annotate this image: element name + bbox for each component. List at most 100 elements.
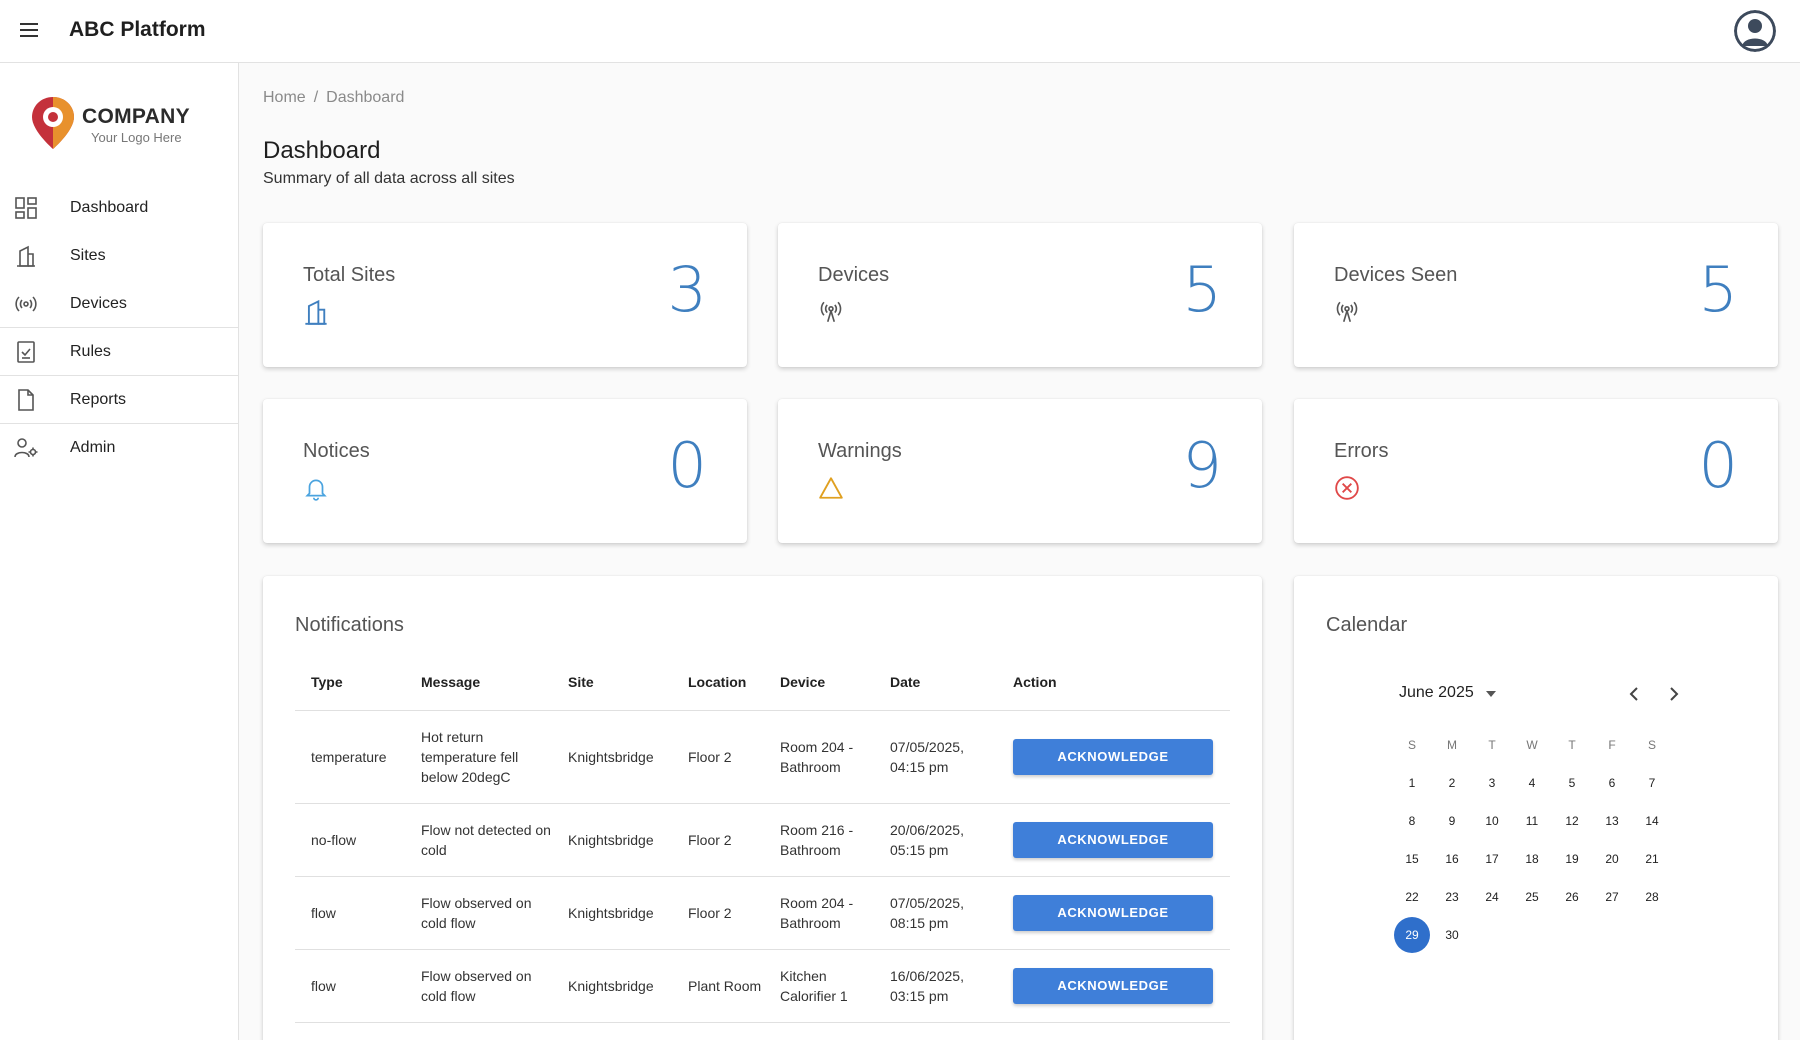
calendar-day[interactable]: 7 (1632, 765, 1672, 801)
stat-label: Errors (1334, 440, 1389, 462)
calendar-week-row: 1 2 3 4 5 6 7 (1392, 764, 1672, 802)
broadcast-icon (1334, 299, 1360, 325)
cell-device: Room 204 - Bathroom (764, 710, 874, 804)
acknowledge-button[interactable]: ACKNOWLEDGE (1013, 821, 1213, 858)
stat-card-devices-seen: Devices Seen 5 (1294, 223, 1778, 367)
calendar-day[interactable]: 26 (1552, 879, 1592, 915)
sidebar-item-devices[interactable]: Devices (0, 280, 238, 328)
acknowledge-button[interactable]: ACKNOWLEDGE (1013, 738, 1213, 775)
sidebar-item-label: Rules (70, 342, 111, 360)
calendar-day[interactable]: 8 (1392, 803, 1432, 839)
sidebar-item-admin[interactable]: Admin (0, 424, 238, 472)
broadcast-icon (14, 292, 38, 316)
warning-icon (818, 475, 844, 501)
cell-action: ACKNOWLEDGE (997, 803, 1230, 877)
sidebar-item-rules[interactable]: Rules (0, 328, 238, 376)
building-icon (14, 244, 38, 268)
weekday-label: M (1447, 738, 1457, 752)
stat-label: Notices (303, 440, 370, 462)
sidebar-nav: Dashboard Sites Devices Rules Reports Ad… (0, 184, 238, 472)
weekday-label: S (1647, 738, 1656, 752)
stat-value: 0 (1698, 429, 1738, 502)
cell-type: flow (295, 876, 405, 950)
calendar-day[interactable]: 14 (1632, 803, 1672, 839)
calendar-day[interactable]: 3 (1472, 765, 1512, 801)
user-avatar[interactable] (1734, 10, 1776, 52)
column-header-device[interactable]: Device (764, 654, 874, 711)
caret-down-icon[interactable] (1485, 684, 1496, 702)
calendar-day[interactable]: 28 (1632, 879, 1672, 915)
calendar-day[interactable]: 12 (1552, 803, 1592, 839)
sidebar-item-label: Sites (70, 247, 106, 264)
calendar-day[interactable]: 5 (1552, 765, 1592, 801)
cell-location: Floor 2 (672, 876, 764, 950)
calendar-day[interactable]: 25 (1512, 879, 1552, 915)
column-header-action: Action (997, 654, 1230, 711)
calendar-next-month-button[interactable] (1662, 682, 1686, 706)
column-header-site[interactable]: Site (552, 654, 672, 711)
cell-message: Flow observed on cold flow (405, 949, 552, 1023)
calendar-day[interactable]: 27 (1592, 879, 1632, 915)
cell-type: flow (295, 949, 405, 1023)
dashboard-grid-icon (14, 196, 38, 220)
calendar-day[interactable]: 24 (1472, 879, 1512, 915)
column-header-message[interactable]: Message (405, 654, 552, 711)
calendar-day[interactable]: 2 (1432, 765, 1472, 801)
calendar-day-selected[interactable]: 29 (1394, 917, 1430, 953)
sidebar-item-label: Devices (70, 294, 127, 312)
calendar-day[interactable]: 18 (1512, 841, 1552, 877)
calendar-day[interactable]: 20 (1592, 841, 1632, 877)
cell-date: 20/06/2025, 05:15 pm (874, 803, 997, 877)
calendar-day[interactable]: 19 (1552, 841, 1592, 877)
logo-company-name: COMPANY (82, 105, 190, 128)
acknowledge-button[interactable]: ACKNOWLEDGE (1013, 967, 1213, 1004)
calendar-week-row: 29 30 (1392, 916, 1672, 954)
calendar-prev-month-button[interactable] (1622, 682, 1646, 706)
calendar-day[interactable]: 4 (1512, 765, 1552, 801)
calendar-day[interactable]: 9 (1432, 803, 1472, 839)
calendar-day[interactable]: 30 (1432, 917, 1472, 953)
stat-label: Warnings (818, 440, 902, 462)
calendar-day[interactable]: 17 (1472, 841, 1512, 877)
page-subtitle: Summary of all data across all sites (263, 170, 515, 187)
table-row: flow Flow observed on cold flow Knightsb… (295, 949, 1230, 1023)
calendar-day[interactable]: 16 (1432, 841, 1472, 877)
breadcrumb-home-link[interactable]: Home (263, 89, 306, 106)
column-header-location[interactable]: Location (672, 654, 764, 711)
calendar-day[interactable]: 10 (1472, 803, 1512, 839)
calendar-day[interactable]: 23 (1432, 879, 1472, 915)
calendar-day[interactable]: 13 (1592, 803, 1632, 839)
calendar-day[interactable]: 21 (1632, 841, 1672, 877)
calendar-panel: Calendar June 2025 S M T W T F S 1 2 3 4… (1294, 576, 1778, 1040)
calendar-day[interactable]: 15 (1392, 841, 1432, 877)
column-header-date[interactable]: Date (874, 654, 997, 711)
cell-date: 07/05/2025, 08:15 pm (874, 876, 997, 950)
table-row: temperature Hot return temperature fell … (295, 710, 1230, 804)
sidebar-item-sites[interactable]: Sites (0, 232, 238, 280)
column-header-type[interactable]: Type (295, 654, 405, 711)
calendar-day[interactable]: 11 (1512, 803, 1552, 839)
weekday-label: W (1526, 738, 1538, 752)
stat-value: 0 (667, 429, 707, 502)
cell-action: ACKNOWLEDGE (997, 710, 1230, 804)
sidebar-item-dashboard[interactable]: Dashboard (0, 184, 238, 232)
stat-card-total-sites: Total Sites 3 (263, 223, 747, 367)
stat-value: 5 (1698, 253, 1738, 326)
notifications-panel: Notifications Type Message Site Location… (263, 576, 1262, 1040)
calendar-title: Calendar (1326, 614, 1408, 636)
calendar-day[interactable]: 22 (1392, 879, 1432, 915)
calendar-week-row: 22 23 24 25 26 27 28 (1392, 878, 1672, 916)
broadcast-icon (818, 299, 844, 325)
calendar-week-row: 8 9 10 11 12 13 14 (1392, 802, 1672, 840)
sidebar-item-reports[interactable]: Reports (0, 376, 238, 424)
cell-action: ACKNOWLEDGE (997, 949, 1230, 1023)
calendar-month-selector[interactable]: June 2025 (1399, 684, 1496, 702)
hamburger-menu-icon[interactable] (18, 19, 44, 43)
table-row: no-flow Flow not detected on cold Knight… (295, 803, 1230, 877)
acknowledge-button[interactable]: ACKNOWLEDGE (1013, 894, 1213, 931)
weekday-label: F (1608, 738, 1616, 752)
cell-message: Flow not detected on cold (405, 803, 552, 877)
calendar-day[interactable]: 6 (1592, 765, 1632, 801)
breadcrumb: Home / Dashboard (263, 89, 404, 107)
calendar-day[interactable]: 1 (1392, 765, 1432, 801)
